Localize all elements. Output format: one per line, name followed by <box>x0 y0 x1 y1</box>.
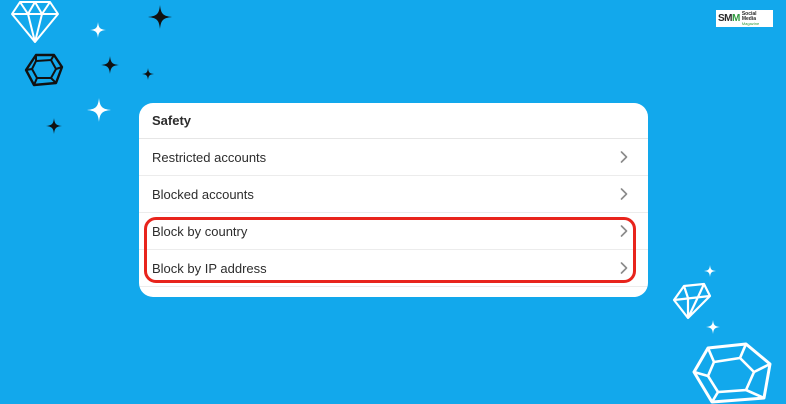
settings-item-block-by-country[interactable]: Block by country <box>139 213 648 250</box>
settings-item-restricted-accounts[interactable]: Restricted accounts <box>139 139 648 176</box>
brand-logo: SMM Social Media Magazine <box>716 10 773 27</box>
sparkle-icon <box>142 68 154 80</box>
settings-item-block-by-ip-address[interactable]: Block by IP address <box>139 250 648 287</box>
sparkle-icon <box>148 5 172 29</box>
chevron-right-icon <box>620 188 628 200</box>
sparkle-icon <box>90 22 106 38</box>
dice-icon <box>24 53 64 87</box>
gem-icon <box>672 282 712 320</box>
sparkle-icon <box>87 98 111 122</box>
settings-item-label: Block by IP address <box>152 260 267 276</box>
section-title: Safety <box>139 103 648 139</box>
sparkle-icon <box>46 118 62 134</box>
sparkle-icon <box>706 320 720 334</box>
settings-item-label: Block by country <box>152 223 248 239</box>
chevron-right-icon <box>620 151 628 163</box>
settings-item-label: Restricted accounts <box>152 149 267 165</box>
settings-item-label: Blocked accounts <box>152 186 254 202</box>
logo-wordmark: Social Media Magazine <box>741 10 760 26</box>
dice-icon <box>692 342 772 404</box>
gem-icon <box>11 1 59 43</box>
chevron-right-icon <box>620 262 628 274</box>
logo-mark: SMM <box>718 13 740 24</box>
chevron-right-icon <box>620 225 628 237</box>
sparkle-icon <box>704 265 716 277</box>
sparkle-icon <box>101 56 119 74</box>
settings-item-blocked-accounts[interactable]: Blocked accounts <box>139 176 648 213</box>
safety-settings-card: Safety Restricted accounts Blocked accou… <box>139 103 648 297</box>
